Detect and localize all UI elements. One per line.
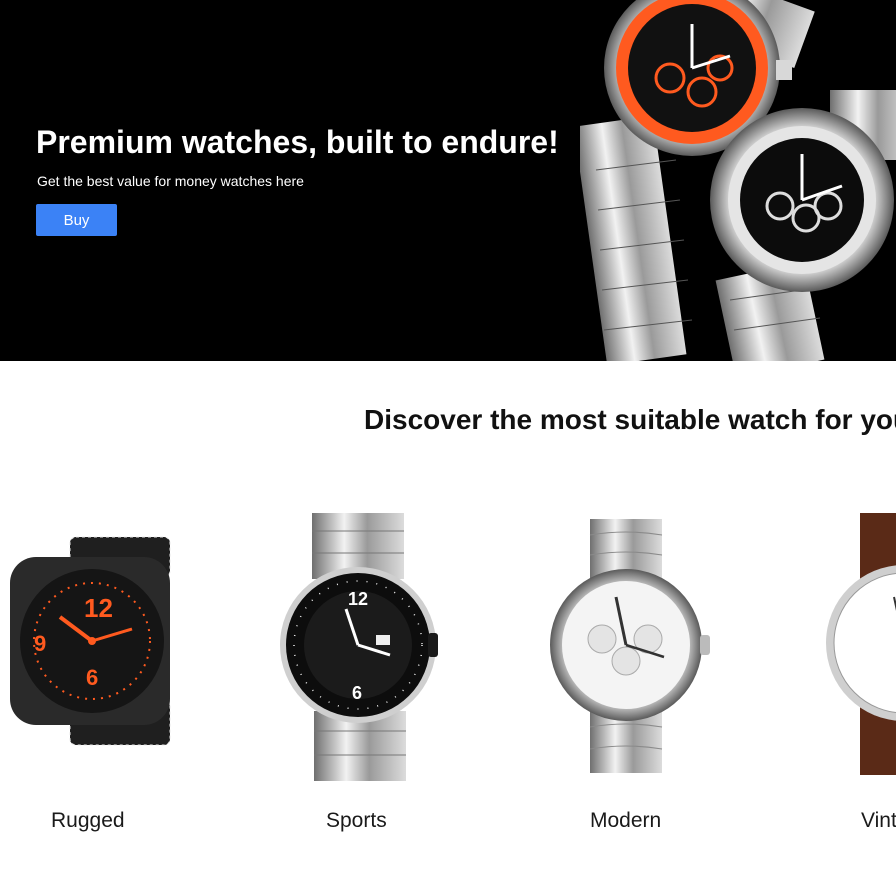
svg-text:12: 12 — [84, 593, 113, 623]
category-label-vintage: Vint — [861, 809, 896, 832]
svg-text:6: 6 — [86, 665, 98, 690]
category-label-sports: Sports — [326, 809, 387, 832]
hero-title: Premium watches, built to endure! — [36, 124, 559, 160]
hero-watches-image — [580, 0, 896, 361]
hero-subtitle: Get the best value for money watches her… — [37, 173, 304, 189]
hero-banner: Premium watches, built to endure! Get th… — [0, 0, 896, 361]
category-card-rugged[interactable]: 12 9 6 Rugged — [0, 505, 220, 845]
section-heading: Discover the most suitable watch for you — [364, 404, 896, 435]
category-label-modern: Modern — [590, 809, 662, 832]
modern-watch-image — [550, 519, 710, 773]
svg-text:12: 12 — [348, 589, 368, 609]
buy-button[interactable]: Buy — [36, 204, 117, 236]
category-card-sports[interactable]: 12 6 Sports — [270, 505, 490, 845]
svg-text:6: 6 — [352, 683, 362, 703]
category-card-modern[interactable]: Modern — [540, 505, 760, 845]
svg-text:9: 9 — [34, 631, 46, 656]
category-label-rugged: Rugged — [51, 809, 125, 832]
category-card-vintage[interactable]: Vint — [820, 505, 896, 845]
sports-watch-image: 12 6 — [280, 513, 438, 781]
rugged-watch-image: 12 9 6 — [10, 536, 171, 746]
vintage-watch-image — [826, 513, 896, 775]
